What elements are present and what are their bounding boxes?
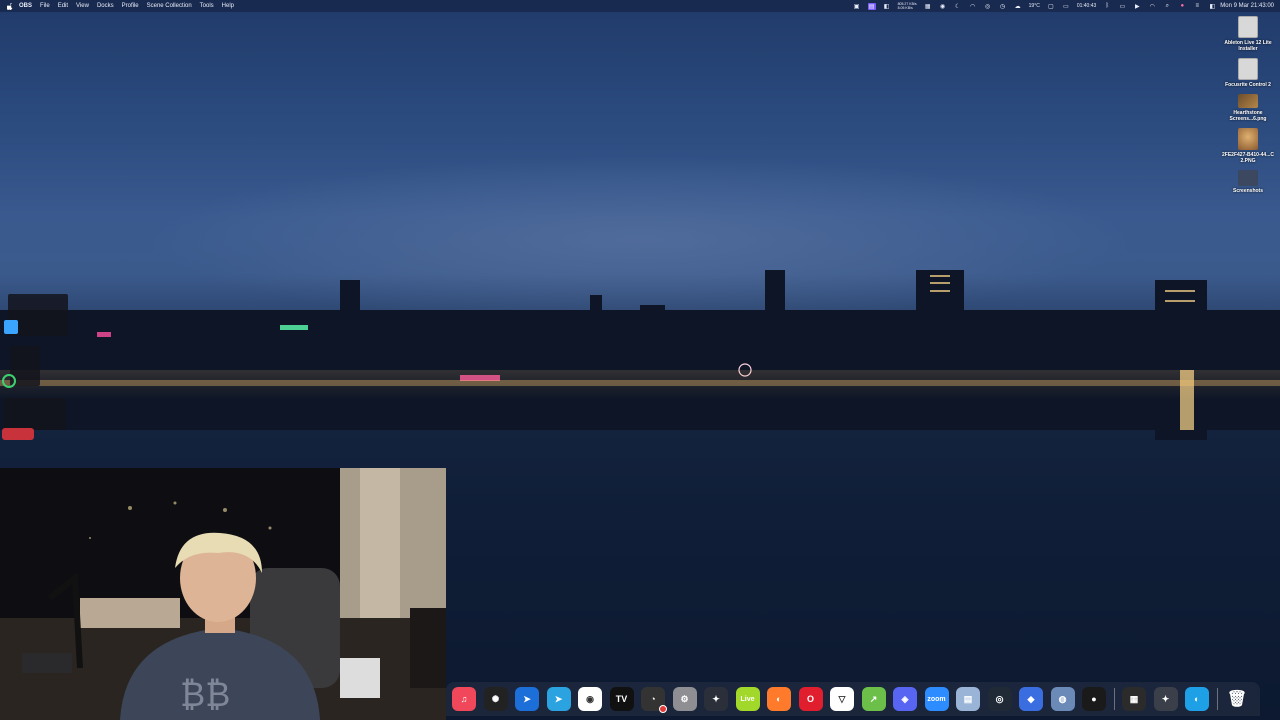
- installer-icon: [1238, 16, 1258, 38]
- chatgpt-icon[interactable]: ✺: [483, 687, 508, 711]
- desktop-item-label: Focusrite Control 2: [1225, 82, 1271, 88]
- svg-text:₿₿: ₿₿: [180, 675, 230, 715]
- activity-monitor-icon[interactable]: ◔: [641, 687, 667, 713]
- menu-scene-collection[interactable]: Scene Collection: [147, 3, 192, 9]
- stopwatch-icon[interactable]: ◷: [999, 3, 1007, 10]
- circle-icon[interactable]: ◉: [939, 3, 947, 10]
- chrome-icon[interactable]: ◉: [578, 687, 602, 711]
- menu-app-name[interactable]: OBS: [19, 3, 32, 9]
- desktop-item-label: 2FE2F427-B410-44...C 2.PNG: [1222, 152, 1274, 164]
- telegram-icon[interactable]: ➤: [546, 687, 571, 711]
- folder-icon: [1238, 170, 1258, 186]
- desktop-item-png[interactable]: 2FE2F427-B410-44...C 2.PNG: [1220, 128, 1276, 164]
- discord-icon[interactable]: ◈: [893, 687, 917, 711]
- display-icon[interactable]: ▭: [1062, 3, 1070, 10]
- webcam-overlay: ₿₿: [0, 468, 446, 720]
- control-center-icon[interactable]: ≡: [1193, 3, 1201, 10]
- headphones-icon[interactable]: ◠: [969, 3, 977, 10]
- trash-icon[interactable]: 🗑: [1225, 687, 1249, 711]
- network-download: 8.05 KB/s: [897, 6, 913, 10]
- menu-clock[interactable]: Mon 9 Mar 21:43:00: [1220, 3, 1274, 9]
- stacked-window[interactable]: [4, 398, 66, 430]
- xcode-cloud-icon[interactable]: ↗: [861, 687, 886, 711]
- obs-status-icon[interactable]: ▤: [867, 2, 876, 10]
- battery-icon[interactable]: ▭: [1118, 3, 1126, 10]
- proton-icon[interactable]: ◎: [987, 687, 1012, 711]
- apple-menu-icon[interactable]: [6, 2, 13, 10]
- opera-icon[interactable]: O: [798, 687, 823, 711]
- keyboard-icon[interactable]: ▦: [1122, 687, 1146, 711]
- tradingview-icon[interactable]: TV: [609, 687, 634, 711]
- davinci-resolve-2-icon[interactable]: ✦: [1153, 687, 1178, 711]
- desktop-item-label: Screenshots: [1232, 188, 1263, 194]
- finder-window[interactable]: [4, 320, 18, 334]
- cloud-app-icon[interactable]: ◐: [1185, 687, 1209, 711]
- notification-icon[interactable]: ◧: [1208, 3, 1216, 10]
- network-stats[interactable]: 805.27 KB/s 8.05 KB/s: [898, 2, 917, 10]
- zoom-icon[interactable]: zoom: [924, 687, 949, 711]
- proton-vpn-icon[interactable]: ▽: [830, 687, 854, 711]
- menu-bar: OBS File Edit View Docks Profile Scene C…: [0, 0, 1280, 12]
- menu-file[interactable]: File: [40, 3, 50, 9]
- harbor-lights: [0, 370, 1280, 400]
- preview-icon[interactable]: ▤: [956, 687, 980, 711]
- davinci-resolve-icon[interactable]: ✦: [704, 687, 728, 711]
- menu-tools[interactable]: Tools: [200, 3, 214, 9]
- image-thumbnail-icon: [1238, 94, 1258, 108]
- lock-icon[interactable]: ▢: [1047, 3, 1055, 10]
- menu-profile[interactable]: Profile: [122, 3, 139, 9]
- desktop-item-ableton-installer[interactable]: Ableton Live 12 Lite Installer: [1220, 16, 1276, 52]
- desktop-item-hearthstone-screenshot[interactable]: Hearthstone Screens...6.png: [1220, 94, 1276, 122]
- play-icon[interactable]: ▶: [1133, 3, 1141, 10]
- system-settings-icon[interactable]: ⚙: [672, 687, 697, 711]
- menu-help[interactable]: Help: [222, 3, 234, 9]
- finder-disk-icon[interactable]: ◍: [1050, 687, 1075, 711]
- status-menus: ▣ ▤ ◧ 805.27 KB/s 8.05 KB/s ▦ ◉ ☾ ◠ ◎ ◷ …: [853, 2, 1217, 10]
- obs-icon[interactable]: ●: [1082, 687, 1106, 711]
- music-icon[interactable]: ♫: [452, 687, 476, 711]
- bluetooth-app-icon[interactable]: ◆: [1019, 687, 1043, 711]
- ableton-live-icon[interactable]: Live: [735, 687, 760, 711]
- desktop-item-screenshots[interactable]: Screenshots: [1220, 170, 1276, 194]
- focus-icon[interactable]: ◎: [984, 3, 992, 10]
- left-edge-windows: [0, 290, 70, 450]
- wifi-icon[interactable]: ◠: [1148, 3, 1156, 10]
- image-thumbnail-icon: [1238, 128, 1258, 150]
- temperature[interactable]: 19°C: [1029, 3, 1040, 9]
- activity-window[interactable]: [2, 374, 16, 388]
- weather-icon[interactable]: ☁: [1014, 3, 1022, 10]
- menu-edit[interactable]: Edit: [58, 3, 68, 9]
- grid-icon[interactable]: ▦: [924, 3, 932, 10]
- siri-icon[interactable]: ●: [1178, 3, 1186, 10]
- pinned-apps[interactable]: [2, 428, 34, 440]
- dock-separator: [1216, 688, 1218, 710]
- desktop-item-label: Hearthstone Screens...6.png: [1229, 110, 1267, 122]
- screen-record-icon[interactable]: ▣: [853, 3, 861, 10]
- dock-separator: [1113, 688, 1115, 710]
- session-timer[interactable]: 01:40:43: [1077, 3, 1096, 9]
- menu-extra-icon[interactable]: ◧: [883, 3, 891, 10]
- notification-badge: [659, 705, 667, 713]
- moon-icon[interactable]: ☾: [954, 3, 962, 10]
- bluetooth-icon[interactable]: ᛒ: [1103, 3, 1111, 10]
- webcam-feed-image: ₿₿: [0, 468, 446, 720]
- menu-docks[interactable]: Docks: [97, 3, 114, 9]
- menu-view[interactable]: View: [76, 3, 89, 9]
- desktop-item-focusrite[interactable]: Focusrite Control 2: [1220, 58, 1276, 88]
- desktop-icons: Ableton Live 12 Lite Installer Focusrite…: [1220, 16, 1276, 200]
- desktop-item-label: Ableton Live 12 Lite Installer: [1224, 40, 1272, 52]
- firefox-icon[interactable]: ◐: [767, 687, 791, 711]
- installer-icon: [1238, 58, 1258, 80]
- dock: ♫ ✺ ➤ ➤ ◉ TV ◔ ⚙ ✦ Live ◐ O ▽ ↗ ◈ zoom ▤ ◎ ◆ ◍ ● ▦ ✦ ◐ 🗑: [446, 682, 1260, 716]
- search-icon[interactable]: ⌕: [1163, 3, 1171, 10]
- testflight-icon[interactable]: ➤: [515, 687, 539, 711]
